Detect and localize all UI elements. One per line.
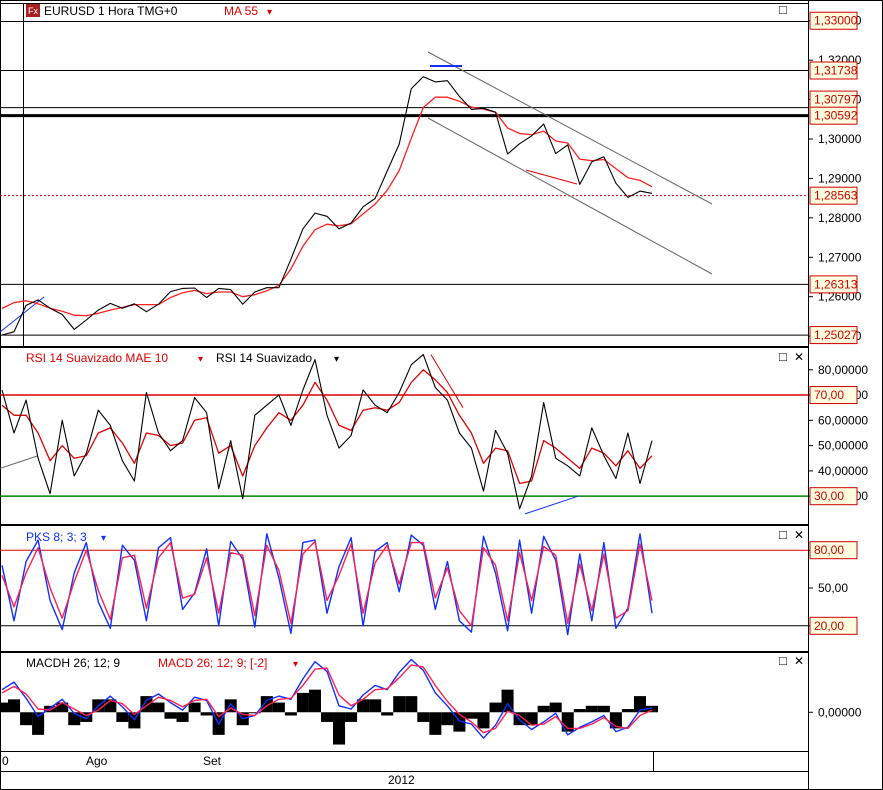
dropdown-arrow-icon[interactable]: ▾ (293, 659, 298, 670)
macd-histogram-bar (429, 712, 442, 735)
rsi-smoothed-mae-label[interactable]: RSI 14 Suavizado MAE 10 (26, 351, 168, 365)
price-label-text: 1,25027 (814, 328, 858, 342)
macdh-label[interactable]: MACDH 26; 12; 9 (26, 656, 120, 670)
macd-histogram-bar (537, 705, 550, 713)
macd-histogram-bar (345, 712, 358, 722)
price-label-text: 1,26313 (814, 277, 858, 291)
trading-chart[interactable]: 1,330001,320001,310001,300001,290001,280… (0, 0, 883, 790)
maximize-icon[interactable]: □ (779, 349, 787, 364)
macd-histogram-bar (116, 712, 129, 722)
dropdown-arrow-icon[interactable]: ▾ (198, 354, 203, 365)
maximize-icon[interactable]: □ (779, 527, 787, 542)
dropdown-arrow-icon[interactable]: ▾ (101, 533, 106, 544)
macd-histogram-bar (549, 702, 562, 713)
maximize-icon[interactable]: □ (779, 653, 787, 668)
macd-histogram-bar (68, 712, 81, 726)
y-tick-label: 1,28000 (818, 211, 862, 225)
price-panel-title[interactable]: EURUSD 1 Hora TMG+0 (44, 4, 178, 18)
y-tick-label: 40,00000 (818, 464, 868, 478)
macd-histogram-bar (200, 712, 213, 716)
macd-histogram-bar (320, 712, 334, 722)
macd-label[interactable]: MACD 26; 12; 9; [-2] (158, 656, 267, 670)
macd-histogram-bar (8, 699, 21, 713)
close-icon[interactable]: ✕ (794, 654, 804, 668)
price-label-text: 20,00 (814, 619, 844, 633)
macd-histogram-bar (393, 696, 406, 713)
macd-histogram-bar (369, 699, 382, 713)
macd-histogram-bar (272, 702, 285, 713)
macd-histogram-bar (176, 712, 189, 722)
macd-histogram-bar (381, 712, 394, 716)
x-axis-year: 2012 (388, 773, 415, 787)
macd-histogram-bar (477, 712, 490, 729)
price-label-text: 80,00 (814, 543, 844, 557)
y-tick-label: 50,00000 (818, 439, 868, 453)
price-label-text: 1,30797 (814, 93, 858, 107)
x-axis-label-start: 0 (2, 754, 9, 768)
macd-histogram-bar (20, 712, 33, 726)
macd-histogram-bar (441, 712, 454, 726)
macd-histogram-bar (405, 696, 418, 713)
macd-histogram-bar (333, 712, 346, 745)
macd-histogram-bar (489, 702, 502, 713)
price-label-text: 70,00 (814, 388, 844, 402)
y-tick-label: 80,00000 (818, 363, 868, 377)
y-tick-label: 1,30000 (818, 132, 862, 146)
macd-histogram-bar (417, 712, 430, 722)
macd-histogram-bar (308, 689, 321, 713)
price-label-text: 1,28563 (814, 189, 858, 203)
ma-overlay-label[interactable]: MA 55 (224, 4, 258, 18)
close-icon[interactable]: ✕ (794, 528, 804, 542)
pks-label[interactable]: PKS 8; 3; 3 (26, 530, 87, 544)
close-icon[interactable]: ✕ (794, 350, 804, 364)
price-label-text: 1,30592 (814, 109, 858, 123)
y-tick-label: 1,27000 (818, 250, 862, 264)
x-axis-label-set: Set (203, 754, 222, 768)
price-label-text: 1,33000 (814, 14, 858, 28)
dropdown-arrow-icon[interactable]: ▾ (334, 354, 339, 365)
y-tick-label: 1,29000 (818, 171, 862, 185)
dropdown-arrow-icon[interactable]: ▾ (267, 7, 272, 18)
macd-histogram-bar (597, 705, 610, 713)
macd-histogram-bar (188, 702, 201, 713)
macd-histogram-bar (296, 692, 309, 713)
maximize-icon[interactable]: □ (779, 2, 787, 17)
macd-histogram-bar (152, 702, 165, 713)
macd-histogram-bar (585, 705, 598, 713)
price-label-text: 30,00 (814, 489, 844, 503)
rsi-smoothed-label[interactable]: RSI 14 Suavizado (216, 351, 312, 365)
price-label-text: 1,31738 (814, 63, 858, 77)
y-tick-label: 0,00000 (818, 705, 862, 719)
x-axis-label-ago: Ago (86, 754, 108, 768)
macd-histogram-bar (621, 709, 634, 713)
macd-histogram-bar (284, 712, 297, 716)
macd-histogram-bar (0, 702, 9, 713)
y-tick-label: 50,00 (818, 581, 848, 595)
fx-logo-text: Fx (28, 6, 38, 16)
macd-histogram-bar (164, 712, 177, 719)
y-tick-label: 60,00000 (818, 413, 868, 427)
macd-histogram-bar (573, 709, 586, 713)
macd-histogram-bar (525, 712, 538, 726)
macd-histogram-bar (465, 712, 478, 719)
